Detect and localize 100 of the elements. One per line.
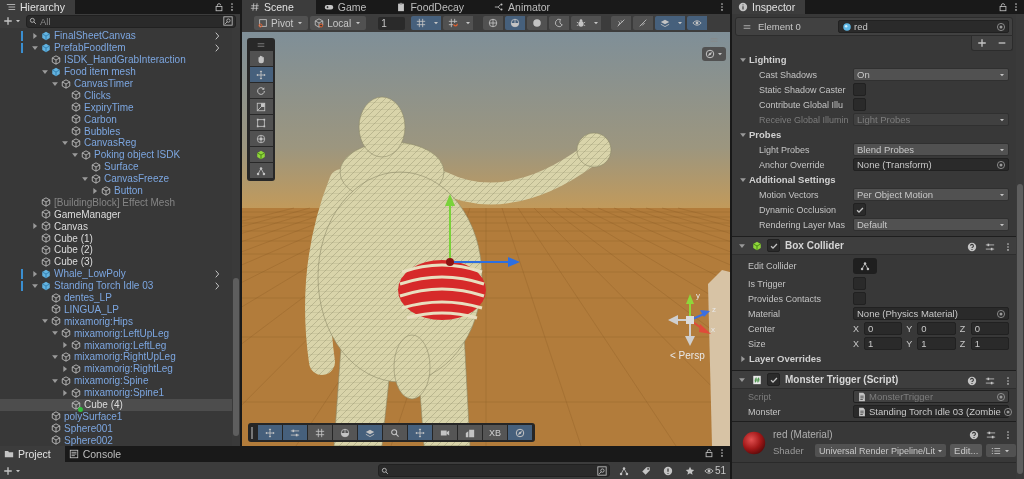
list-dropdown-button[interactable] [986, 444, 1017, 457]
checkbox[interactable] [767, 239, 780, 252]
checkbox[interactable] [853, 203, 866, 216]
crossed-sparkle-toggle[interactable] [611, 16, 632, 30]
sphere-toggle[interactable] [527, 16, 548, 30]
scene-search-icon[interactable] [223, 16, 233, 26]
scene-tab[interactable]: Scene [242, 0, 316, 14]
hierarchy-item[interactable]: ExpiryTime [0, 101, 232, 114]
hierarchy-item[interactable]: PrefabFoodItem [0, 41, 232, 54]
camera-button[interactable] [433, 425, 457, 440]
transform-tool[interactable] [249, 131, 273, 146]
rect-transform-tool[interactable] [249, 115, 273, 130]
shader-dropdown[interactable]: Universal Render Pipeline/Lit [815, 444, 947, 457]
scale-tool[interactable] [249, 99, 273, 114]
section-foldout[interactable]: Probes [732, 127, 1016, 142]
hierarchy-item[interactable]: Canvas [0, 220, 232, 233]
dropdown-caret-button[interactable] [591, 16, 602, 30]
sliders-button[interactable] [283, 425, 307, 440]
scene-search-icon[interactable] [596, 465, 607, 476]
hierarchy-item[interactable]: mixamorig:LeftLeg [0, 339, 232, 352]
hierarchy-item[interactable]: polySurface1 [0, 410, 232, 423]
move-arrows-button[interactable] [408, 425, 432, 440]
wireframe-sphere-toggle[interactable] [483, 16, 504, 30]
node-graph-tool[interactable] [249, 163, 273, 178]
hierarchy-item[interactable]: FinalSheetCanvas [0, 30, 232, 42]
hierarchy-item[interactable]: Cube (4) [0, 398, 232, 411]
hierarchy-item[interactable]: Whale_LowPoly [0, 267, 232, 280]
hierarchy-item[interactable]: mixamorig:Spine1 [0, 386, 232, 399]
dropdown[interactable]: On [853, 68, 1009, 81]
number-field[interactable]: 0 [970, 322, 1009, 335]
bug-toggle[interactable] [571, 16, 592, 30]
filter-by-type-icon[interactable] [618, 465, 629, 476]
dropdown[interactable]: Blend Probes [853, 143, 1009, 156]
eye-toggle[interactable] [687, 16, 708, 30]
grid-size-field[interactable]: 1 [378, 16, 406, 30]
edit-collider-button[interactable] [853, 257, 877, 274]
move-arrows-button[interactable] [258, 425, 282, 440]
scene-tab[interactable]: Animator [486, 0, 573, 14]
hierarchy-item[interactable]: Cube (3) [0, 255, 232, 268]
lock-icon[interactable] [704, 448, 714, 458]
grid-snap-toggle[interactable] [443, 16, 464, 30]
object-field[interactable]: Standing Torch Idle 03 (Zombie [853, 405, 1009, 418]
crescent-toggle[interactable] [549, 16, 570, 30]
cube-tool[interactable] [249, 147, 273, 162]
number-field[interactable]: 0 [917, 322, 956, 335]
hierarchy-item[interactable]: GameManager [0, 208, 232, 221]
target-icon[interactable] [1002, 406, 1013, 417]
layers-toggle[interactable] [655, 16, 676, 30]
rotate-tool[interactable] [249, 83, 273, 98]
hierarchy-item[interactable]: dentes_LP [0, 291, 232, 304]
slash-toggle[interactable] [633, 16, 654, 30]
plus-icon[interactable] [977, 38, 987, 48]
hierarchy-item[interactable]: mixamorig:Spine [0, 374, 232, 387]
hierarchy-item[interactable]: Food item mesh [0, 65, 232, 78]
panel-tab[interactable]: Project [0, 446, 65, 462]
dropdown-caret-button[interactable] [431, 16, 442, 30]
sliders-icon[interactable] [985, 375, 995, 386]
projection-label[interactable]: < Persp [670, 350, 705, 361]
dropdown[interactable]: Default [853, 218, 1009, 231]
inspector-tab[interactable]: Inspector [732, 0, 806, 14]
alert-icon[interactable] [662, 465, 673, 476]
hierarchy-item[interactable]: Button [0, 184, 232, 197]
lock-icon[interactable] [214, 2, 224, 12]
section-foldout[interactable]: Lighting [732, 52, 1016, 67]
target-icon[interactable] [996, 159, 1006, 170]
help-icon[interactable] [967, 375, 977, 386]
number-field[interactable]: 1 [970, 337, 1009, 350]
hierarchy-item[interactable]: [BuildingBlock] Effect Mesh [0, 196, 232, 209]
add-button[interactable] [3, 16, 22, 26]
help-icon[interactable] [967, 241, 977, 252]
hierarchy-item[interactable]: ISDK_HandGrabInteraction [0, 53, 232, 66]
scrollbar-thumb[interactable] [233, 278, 239, 436]
add-button[interactable] [3, 465, 22, 476]
hierarchy-item[interactable]: Carbon [0, 113, 232, 126]
tag-icon[interactable] [640, 465, 651, 476]
dropdown-caret-button[interactable] [675, 16, 686, 30]
hierarchy-item[interactable]: Sphere001 [0, 422, 232, 435]
text-button[interactable]: XB [483, 425, 507, 440]
help-icon[interactable] [969, 430, 980, 440]
hierarchy-item[interactable]: Bubbles [0, 125, 232, 137]
dropdown-caret-button[interactable] [463, 16, 474, 30]
hierarchy-item[interactable]: CanvasReg [0, 137, 232, 149]
checkbox[interactable] [767, 373, 780, 386]
pivot-dropdown[interactable]: Pivot [254, 16, 309, 30]
hierarchy-item[interactable]: mixamorig:Hips [0, 315, 232, 328]
drag-handle-icon[interactable] [256, 40, 266, 50]
shaded-sphere-button[interactable] [333, 425, 357, 440]
dropdown[interactable]: Per Object Motion [853, 188, 1009, 201]
scene-tab[interactable]: FoodDecay [388, 0, 487, 14]
hierarchy-item[interactable]: Cube (2) [0, 244, 232, 256]
hierarchy-item[interactable]: mixamorig:RightLeg [0, 362, 232, 375]
hierarchy-item[interactable]: Sphere002 [0, 434, 232, 447]
hand-tool[interactable] [249, 51, 273, 66]
hierarchy-item[interactable]: Standing Torch Idle 03 [0, 279, 232, 292]
star-icon[interactable] [684, 465, 695, 476]
grid-button[interactable] [308, 425, 332, 440]
target-icon[interactable] [996, 21, 1006, 32]
hidden-count-button[interactable]: 51 [703, 465, 726, 476]
search-field[interactable] [377, 464, 610, 477]
grid-toggle[interactable] [411, 16, 432, 30]
